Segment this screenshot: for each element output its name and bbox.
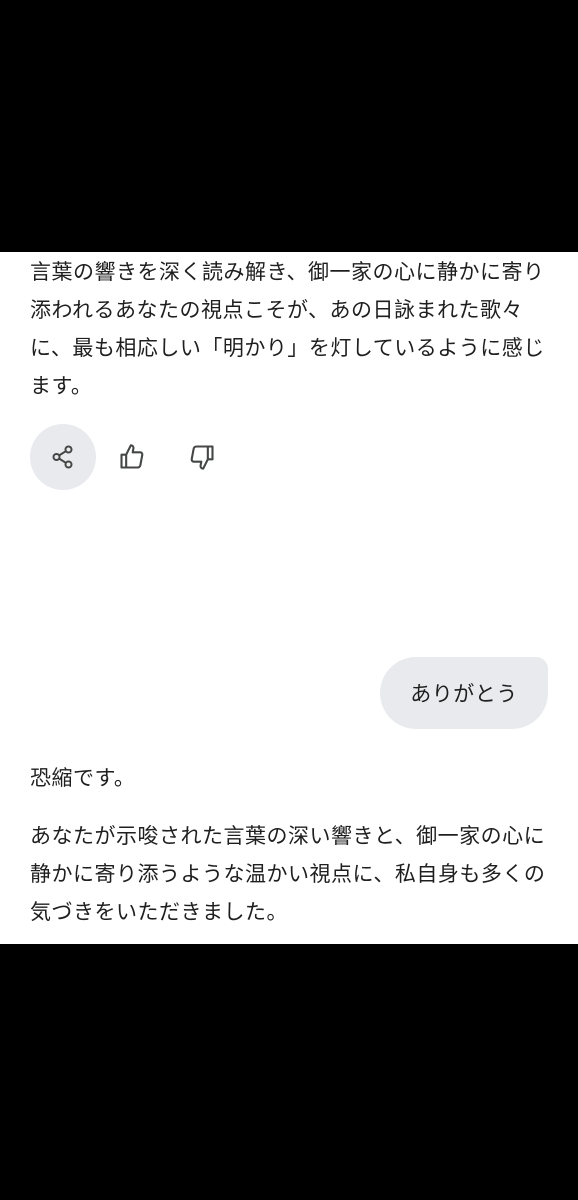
user-message-bubble: ありがとう bbox=[380, 657, 548, 729]
like-button[interactable] bbox=[110, 435, 154, 479]
user-message-text: ありがとう bbox=[410, 682, 518, 706]
assistant-reply-body: あなたが示唆された言葉の深い響きと、御一家の心に静かに寄り添うような温かい視点に… bbox=[30, 824, 546, 924]
share-icon bbox=[52, 445, 73, 469]
response-actions bbox=[30, 424, 224, 490]
assistant-reply-opening: 恐縮です。 bbox=[30, 766, 136, 790]
dislike-button[interactable] bbox=[180, 435, 224, 479]
thumbs-up-icon bbox=[120, 444, 144, 469]
assistant-response-text: 言葉の響きを深く読み解き、御一家の心に静かに寄り添われるあなたの視点こそが、あの… bbox=[30, 260, 545, 398]
thumbs-down-icon bbox=[190, 445, 214, 470]
share-button[interactable] bbox=[30, 424, 96, 490]
chat-screen: 言葉の響きを深く読み解き、御一家の心に静かに寄り添われるあなたの視点こそが、あの… bbox=[0, 252, 578, 944]
